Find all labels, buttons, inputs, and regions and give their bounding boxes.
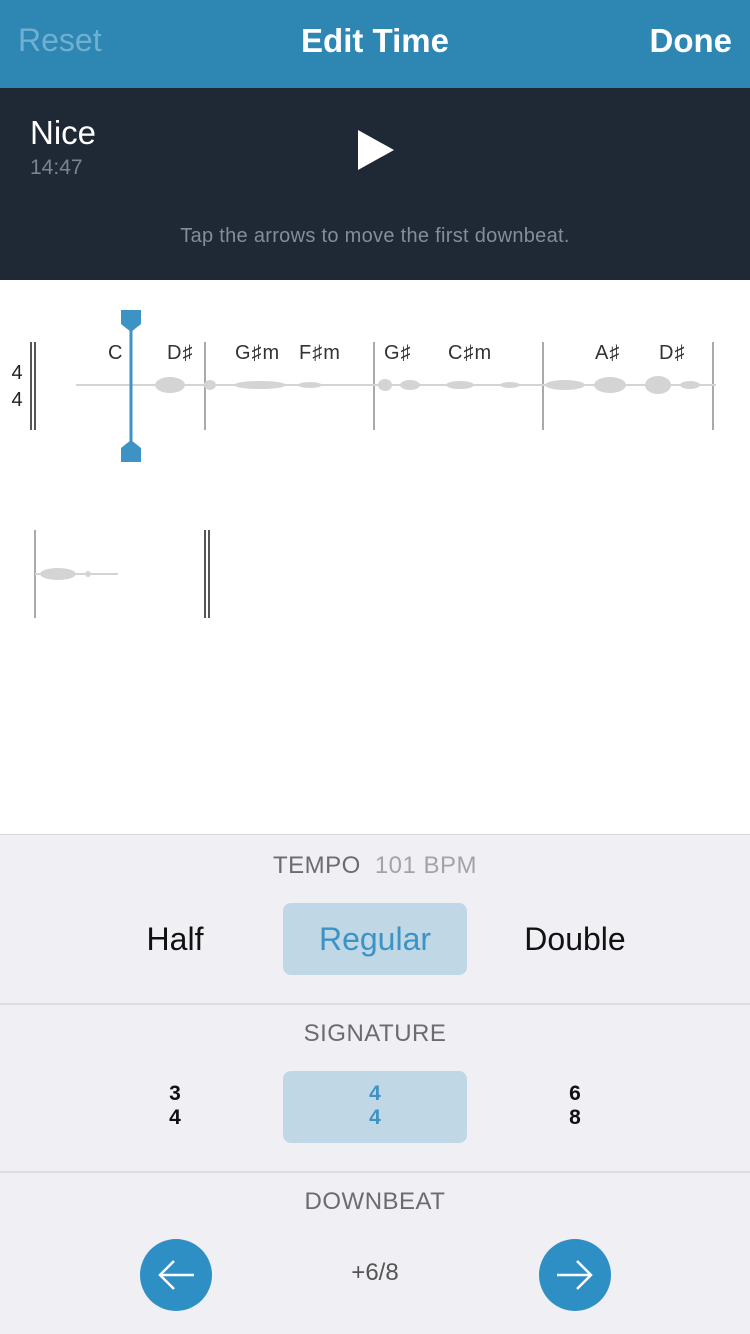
chord-label: C♯m — [448, 342, 493, 364]
chord-label: G♯m — [235, 342, 281, 364]
signature-top: 3 — [169, 1082, 181, 1105]
chord-label: C — [108, 342, 124, 364]
signature-label: SIGNATURE — [303, 1020, 447, 1047]
tempo-regular-button[interactable]: Regular — [283, 903, 467, 975]
downbeat-label: DOWNBEAT — [304, 1188, 446, 1215]
tempo-section-label: TEMPO 101 BPM — [0, 852, 750, 880]
signature-top: 4 — [369, 1082, 381, 1105]
downbeat-hint: Tap the arrows to move the first downbea… — [180, 225, 570, 247]
tempo-double-button[interactable]: Double — [483, 903, 667, 975]
tempo-half-button[interactable]: Half — [83, 903, 267, 975]
time-signature-bottom: 4 — [11, 389, 23, 411]
tempo-label: TEMPO — [272, 852, 361, 879]
signature-bottom: 4 — [369, 1106, 381, 1129]
signature-bottom: 4 — [169, 1106, 181, 1129]
downbeat-offset: +6/8 — [351, 1259, 399, 1286]
signature-4-4-button[interactable]: 4 4 — [283, 1071, 467, 1143]
tempo-double-label: Double — [524, 921, 626, 957]
page-title: Edit Time — [301, 22, 449, 59]
play-button[interactable] — [356, 128, 396, 172]
reset-button[interactable]: Reset — [18, 22, 102, 59]
signature-top: 6 — [569, 1082, 581, 1105]
play-icon — [358, 130, 394, 170]
done-button[interactable]: Done — [650, 22, 733, 60]
chord-score: 4 4 C D♯ G♯m F♯m G♯ C♯m A♯ D♯ — [0, 280, 750, 835]
tempo-regular-label: Regular — [318, 921, 432, 957]
downbeat-forward-button[interactable] — [539, 1239, 611, 1311]
signature-6-8-button[interactable]: 6 8 — [483, 1071, 667, 1143]
tempo-bpm: 101 BPM — [374, 852, 478, 879]
time-signature-top: 4 — [11, 362, 23, 384]
song-title: Nice — [30, 114, 97, 151]
time-controls: TEMPO 101 BPM Half Regular Double SIGNATU… — [0, 834, 750, 1334]
waveform — [76, 376, 716, 394]
arrow-right-icon — [557, 1260, 593, 1290]
signature-3-4-button[interactable]: 3 4 — [83, 1071, 267, 1143]
chord-label: A♯ — [595, 342, 621, 364]
nav-bar: Reset Edit Time Done — [0, 0, 750, 88]
chord-label: F♯m — [299, 342, 341, 364]
signature-bottom: 8 — [569, 1106, 581, 1129]
chord-label: D♯ — [167, 342, 194, 364]
chord-label: D♯ — [659, 342, 686, 364]
song-duration: 14:47 — [30, 156, 83, 179]
tempo-half-label: Half — [146, 921, 204, 957]
player-header: Nice 14:47 Tap the arrows to move the fi… — [0, 88, 750, 280]
chord-label: G♯ — [384, 342, 412, 364]
section-divider — [0, 1003, 750, 1005]
section-divider — [0, 1171, 750, 1173]
waveform — [35, 568, 118, 580]
